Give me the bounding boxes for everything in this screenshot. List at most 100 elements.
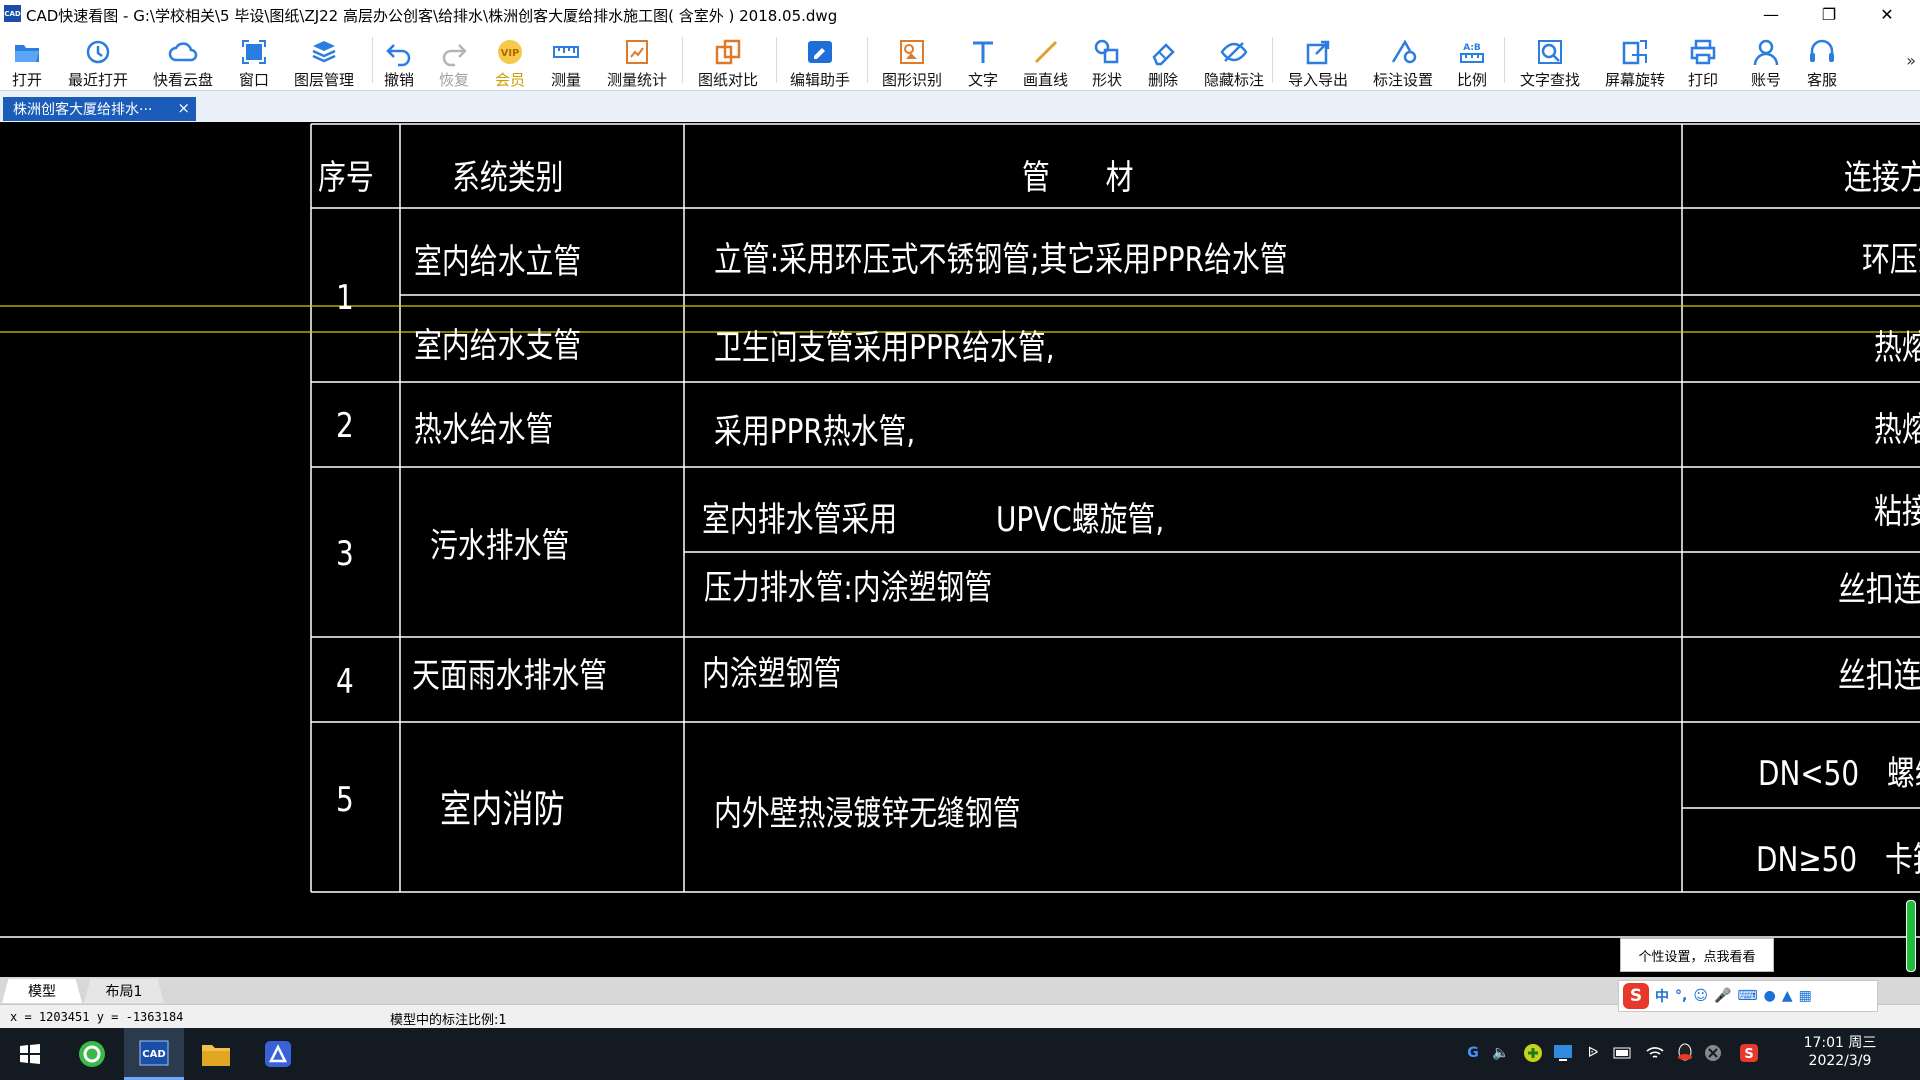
user-icon[interactable]: ●: [1764, 988, 1776, 1004]
system-clock[interactable]: 17:01 周三 2022/3/9: [1792, 1034, 1888, 1070]
user-icon: [1753, 39, 1779, 66]
green-plus-icon[interactable]: [1522, 1042, 1544, 1064]
row-1-material-branch: 卫生间支管采用PPR给水管,: [714, 328, 1055, 368]
scale-button[interactable]: A:B 比例: [1457, 29, 1487, 90]
open-button[interactable]: 打开: [12, 29, 42, 90]
svg-text:A:B: A:B: [1463, 43, 1481, 53]
toolbar-separator: [1504, 37, 1505, 83]
shapes-icon: [1094, 39, 1119, 64]
annotation-settings-icon: [1391, 39, 1417, 64]
print-button[interactable]: 打印: [1688, 29, 1718, 90]
qq-icon[interactable]: [1674, 1042, 1696, 1064]
vip-icon: VIP: [498, 40, 522, 64]
row-3-material-indoor: 室内排水管采用: [702, 500, 898, 540]
text-search-button[interactable]: 文字查找: [1520, 29, 1580, 90]
row-5-connection-small: DN<50 螺纹: [1758, 754, 1920, 794]
header-index: 序号: [318, 158, 374, 198]
ruler-icon: [553, 46, 579, 58]
header-material: 管 材: [1022, 158, 1134, 198]
recent-open-button[interactable]: 最近打开: [68, 29, 128, 90]
wifi-icon[interactable]: [1644, 1042, 1666, 1064]
import-export-icon: [1306, 40, 1330, 65]
windows-start-icon[interactable]: [0, 1028, 60, 1080]
restore-icon[interactable]: ❐: [1800, 0, 1858, 29]
bluetooth-icon[interactable]: ᐉ: [1582, 1042, 1604, 1064]
cad-app-icon[interactable]: CAD: [124, 1028, 184, 1080]
layer-manager-button[interactable]: 图层管理: [294, 29, 354, 90]
draw-line-button[interactable]: 画直线: [1023, 29, 1068, 90]
cloud-disk-button[interactable]: 快看云盘: [153, 29, 213, 90]
cloud-icon: [168, 42, 198, 62]
row-5-category: 室内消防: [440, 787, 565, 831]
row-2-number: 2: [336, 406, 354, 446]
toolbar-more-icon[interactable]: »: [1906, 51, 1916, 70]
layers-icon: [312, 41, 336, 63]
hide-annotation-button[interactable]: 隐藏标注: [1204, 29, 1264, 90]
delete-button[interactable]: 删除: [1148, 29, 1178, 90]
measure-stats-button[interactable]: 测量统计: [607, 29, 667, 90]
row-1-connection-branch: 热熔: [1874, 328, 1920, 368]
pen-app-icon[interactable]: [248, 1028, 308, 1080]
row-1-connection-riser: 环压式: [1862, 240, 1920, 280]
row-4-material: 内涂塑钢管: [702, 654, 842, 694]
redo-button[interactable]: 恢复: [439, 29, 469, 90]
screen-rotate-button[interactable]: 屏幕旋转: [1605, 29, 1665, 90]
grid-icon[interactable]: ▦: [1799, 988, 1812, 1004]
ime-mode[interactable]: 中: [1655, 986, 1669, 1006]
text-search-icon: [1538, 40, 1562, 64]
google-icon[interactable]: G: [1462, 1042, 1484, 1064]
emoji-icon[interactable]: ☺: [1693, 988, 1708, 1004]
recent-clock-icon: [86, 40, 110, 64]
shapes-button[interactable]: 形状: [1092, 29, 1122, 90]
window-title: CAD快速看图 - G:\学校相关\5 毕设\图纸\ZJ22 高层办公创客\给排…: [26, 7, 838, 25]
window-icon: [242, 40, 266, 64]
undo-button[interactable]: 撤销: [384, 29, 414, 90]
close-icon[interactable]: ✕: [1858, 0, 1916, 29]
drawing-canvas[interactable]: 序号 系统类别 管 材 连接方式 1 室内给水立管 立管:采用环压式不锈钢管;其…: [0, 122, 1920, 977]
annotation-scale: 模型中的标注比例:1: [390, 1013, 507, 1028]
text-icon: [973, 41, 993, 63]
svg-text:CAD: CAD: [142, 1049, 165, 1060]
battery-icon[interactable]: [1612, 1042, 1634, 1064]
360-browser-icon[interactable]: [62, 1028, 122, 1080]
row-4-number: 4: [336, 662, 354, 702]
tab-layout1[interactable]: 布局1: [84, 979, 164, 1003]
import-export-button[interactable]: 导入导出: [1288, 29, 1348, 90]
window-button[interactable]: 窗口: [239, 29, 269, 90]
printer-icon: [1690, 39, 1716, 65]
row-3-category: 污水排水管: [430, 526, 570, 566]
header-category: 系统类别: [452, 158, 564, 198]
clock-date: 2022/3/9: [1808, 1053, 1872, 1069]
annotation-settings-button[interactable]: 标注设置: [1373, 29, 1433, 90]
file-explorer-icon[interactable]: [186, 1028, 246, 1080]
keyboard-icon[interactable]: ⌨: [1737, 988, 1757, 1004]
tab-model[interactable]: 模型: [2, 979, 82, 1003]
sogou-logo-icon[interactable]: S: [1623, 983, 1649, 1009]
text-button[interactable]: 文字: [968, 29, 998, 90]
vip-button[interactable]: VIP 会员: [495, 29, 525, 90]
row-4-category: 天面雨水排水管: [412, 656, 608, 696]
edit-assistant-button[interactable]: 编辑助手: [790, 29, 850, 90]
tab-close-icon[interactable]: ×: [177, 99, 190, 117]
mic-icon[interactable]: 🎤: [1714, 988, 1731, 1004]
close-circle-icon[interactable]: [1702, 1042, 1724, 1064]
scroll-indicator[interactable]: [1906, 900, 1916, 972]
edit-assistant-icon: [808, 41, 832, 63]
cad-app-icon: CAD: [4, 5, 21, 22]
compare-button[interactable]: 图纸对比: [698, 29, 758, 90]
minimize-icon[interactable]: —: [1742, 0, 1800, 29]
shape-recognition-button[interactable]: 图形识别: [882, 29, 942, 90]
sogou-icon[interactable]: S: [1738, 1042, 1760, 1064]
measure-button[interactable]: 测量: [551, 29, 581, 90]
volume-icon[interactable]: 🔈: [1490, 1042, 1512, 1064]
redo-icon: [442, 44, 467, 67]
display-icon[interactable]: [1552, 1042, 1574, 1064]
row-3-connection-pressure: 丝扣连接: [1838, 570, 1920, 610]
row-5-number: 5: [336, 780, 354, 820]
line-icon: [1034, 40, 1057, 64]
ime-punctuation[interactable]: °,: [1675, 988, 1687, 1004]
document-tab[interactable]: 株洲创客大厦给排水··· ×: [3, 97, 196, 121]
customer-service-button[interactable]: 客服: [1807, 29, 1837, 90]
shirt-icon[interactable]: ▲: [1782, 988, 1793, 1004]
account-button[interactable]: 账号: [1751, 29, 1781, 90]
